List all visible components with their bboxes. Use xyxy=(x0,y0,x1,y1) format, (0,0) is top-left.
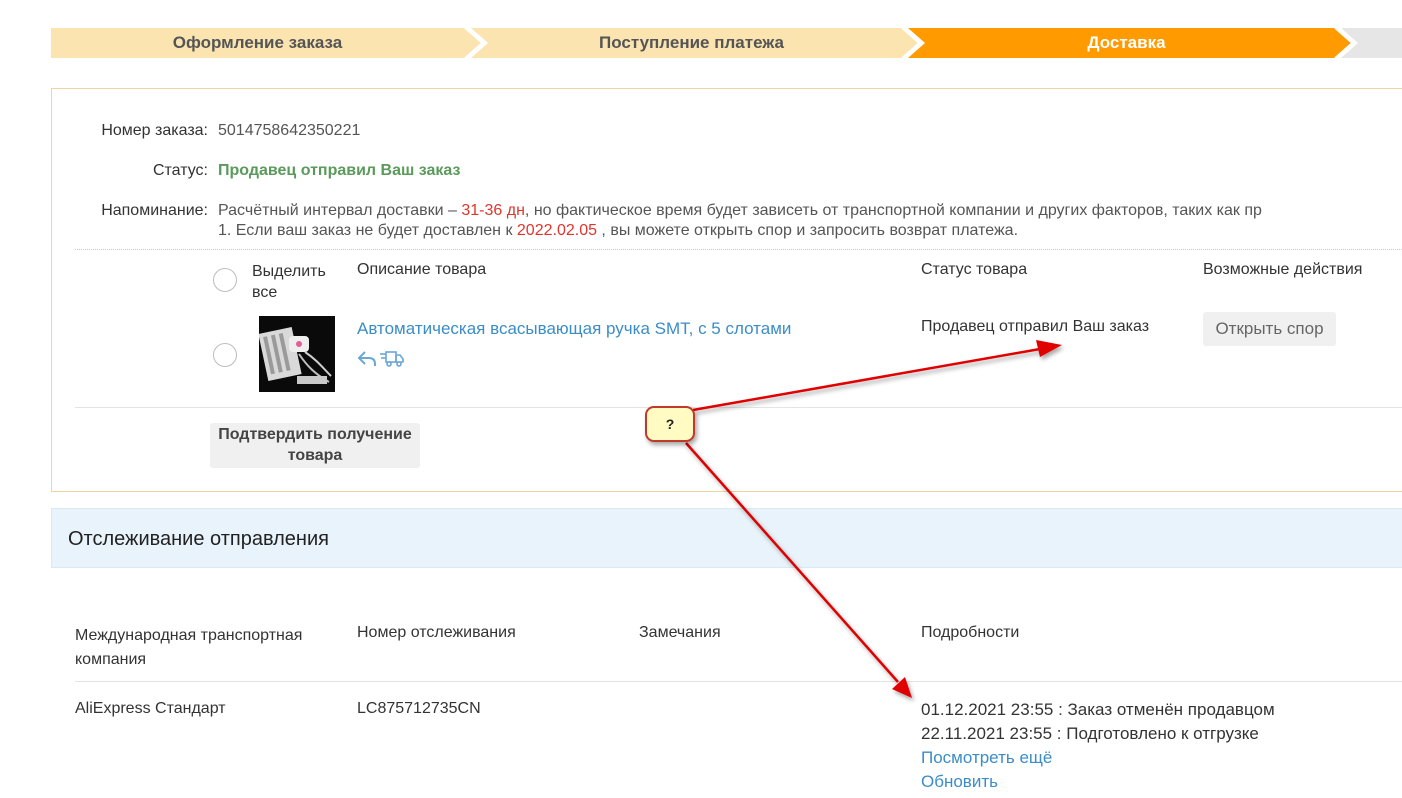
annotation-bubble: ? xyxy=(645,406,695,442)
open-dispute-button[interactable]: Открыть спор xyxy=(1203,312,1336,346)
column-header-description: Описание товара xyxy=(357,261,487,278)
refresh-link[interactable]: Обновить xyxy=(921,772,998,792)
tracking-event: 22.11.2021 23:55 : Подготовлено к отгруз… xyxy=(921,724,1259,743)
item-checkbox[interactable] xyxy=(213,343,237,367)
order-status-value: Продавец отправил Ваш заказ xyxy=(218,162,461,179)
tracking-column-remarks: Замечания xyxy=(639,624,721,641)
tracking-section-header: Отслеживание отправления xyxy=(51,508,1402,568)
order-progress-steps: Оформление заказа Поступление платежа До… xyxy=(51,28,1402,58)
tracking-column-details: Подробности xyxy=(921,624,1020,641)
delivery-deadline-date: 2022.02.05 xyxy=(516,222,597,239)
item-status: Продавец отправил Ваш заказ xyxy=(921,318,1150,335)
tracking-event: 01.12.2021 23:55 : Заказ отменён продавц… xyxy=(921,700,1275,719)
delivery-truck-icon[interactable] xyxy=(380,350,404,368)
delivery-interval: 31-36 дн xyxy=(461,202,525,219)
order-details-panel: Номер заказа: 5014758642350221 Статус: П… xyxy=(51,88,1402,492)
column-header-status: Статус товара xyxy=(921,261,1028,278)
view-more-link[interactable]: Посмотреть ещё xyxy=(921,748,1052,768)
divider xyxy=(75,407,1402,408)
tracking-number-value: LC875712735CN xyxy=(357,700,481,717)
tracking-column-number: Номер отслеживания xyxy=(357,624,516,641)
divider xyxy=(75,249,1402,250)
tracking-title: Отслеживание отправления xyxy=(68,528,329,550)
product-image xyxy=(259,316,335,392)
return-arrow-icon[interactable] xyxy=(357,349,377,367)
tracking-column-company: Международная транспортная компания xyxy=(75,627,303,668)
step-checkout: Оформление заказа xyxy=(172,33,343,52)
order-number-value: 5014758642350221 xyxy=(218,122,361,139)
select-all-checkbox[interactable] xyxy=(213,268,237,292)
divider xyxy=(75,681,1402,682)
confirm-receipt-button[interactable]: Подтвердить получение товара xyxy=(210,423,420,468)
step-delivery: Доставка xyxy=(1087,33,1166,52)
order-number-label: Номер заказа: xyxy=(101,122,208,139)
product-thumbnail[interactable] xyxy=(259,316,335,392)
reminder-line-2: 1. Если ваш заказ не будет доставлен к 2… xyxy=(218,222,1019,239)
select-all-label: Выделить все xyxy=(252,263,326,301)
tracking-company-value: AliExpress Стандарт xyxy=(75,700,226,717)
column-header-actions: Возможные действия xyxy=(1203,261,1363,278)
product-title-link[interactable]: Автоматическая всасывающая ручка SMT, с … xyxy=(357,319,791,339)
order-status-label: Статус: xyxy=(152,162,208,179)
reminder-line-1: Расчётный интервал доставки – 31-36 дн, … xyxy=(218,202,1262,219)
step-payment: Поступление платежа xyxy=(598,33,785,52)
reminder-label: Напоминание: xyxy=(101,202,208,219)
